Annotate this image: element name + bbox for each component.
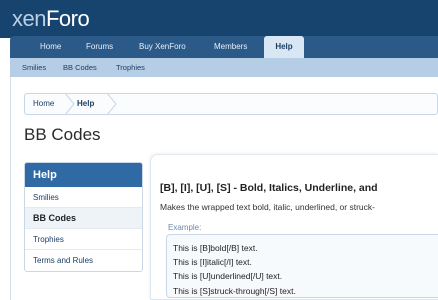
nav-tab-members[interactable]: Members	[214, 36, 247, 58]
sidebar-item-trophies[interactable]: Trophies	[25, 229, 142, 250]
logo-text-foro: Foro	[45, 6, 90, 31]
breadcrumb-help[interactable]: Help	[77, 94, 94, 114]
sidebar-item-terms-and-rules[interactable]: Terms and Rules	[25, 250, 142, 271]
help-sidebar: Help Smilies BB Codes Trophies Terms and…	[24, 162, 143, 272]
subnav-item-bb-codes[interactable]: BB Codes	[63, 58, 97, 77]
nav-tab-forums[interactable]: Forums	[86, 36, 113, 58]
sidebar-item-smilies[interactable]: Smilies	[25, 187, 142, 208]
example-line: This is [I]italic[/I] text.	[173, 257, 252, 268]
nav-tab-home[interactable]: Home	[40, 36, 61, 58]
logo-text-xen: xen	[12, 6, 46, 31]
breadcrumb-separator-icon	[64, 93, 75, 115]
page-title: BB Codes	[24, 125, 101, 144]
sidebar-item-bb-codes[interactable]: BB Codes	[25, 208, 142, 229]
sub-navigation: Smilies BB Codes Trophies	[10, 58, 438, 77]
sidebar-heading[interactable]: Help	[25, 163, 142, 187]
nav-tab-help[interactable]: Help	[264, 36, 304, 58]
nav-tab-buy-xenforo[interactable]: Buy XenForo	[139, 36, 186, 58]
example-line: This is [U]underlined[/U] text.	[173, 271, 283, 282]
breadcrumb: Home Help	[24, 93, 438, 115]
bb-code-description: Makes the wrapped text bold, italic, und…	[160, 202, 375, 212]
example-line: This is [S]struck-through[/S] text.	[173, 285, 296, 296]
subnav-item-trophies[interactable]: Trophies	[116, 58, 145, 77]
breadcrumb-separator-icon	[106, 93, 117, 115]
example-line: This is [B]bold[/B] text.	[173, 243, 258, 253]
main-navigation: Home Forums Buy XenForo Members Help	[10, 36, 438, 58]
breadcrumb-home[interactable]: Home	[33, 94, 54, 114]
example-label: Example:	[168, 223, 202, 232]
site-header: xenForo	[0, 0, 438, 38]
subnav-item-smilies[interactable]: Smilies	[22, 58, 46, 77]
xenforo-logo[interactable]: xenForo	[12, 6, 90, 32]
example-box: This is [B]bold[/B] text. This is [I]ita…	[166, 234, 438, 298]
bb-code-section-title: [B], [I], [U], [S] - Bold, Italics, Unde…	[160, 182, 378, 194]
